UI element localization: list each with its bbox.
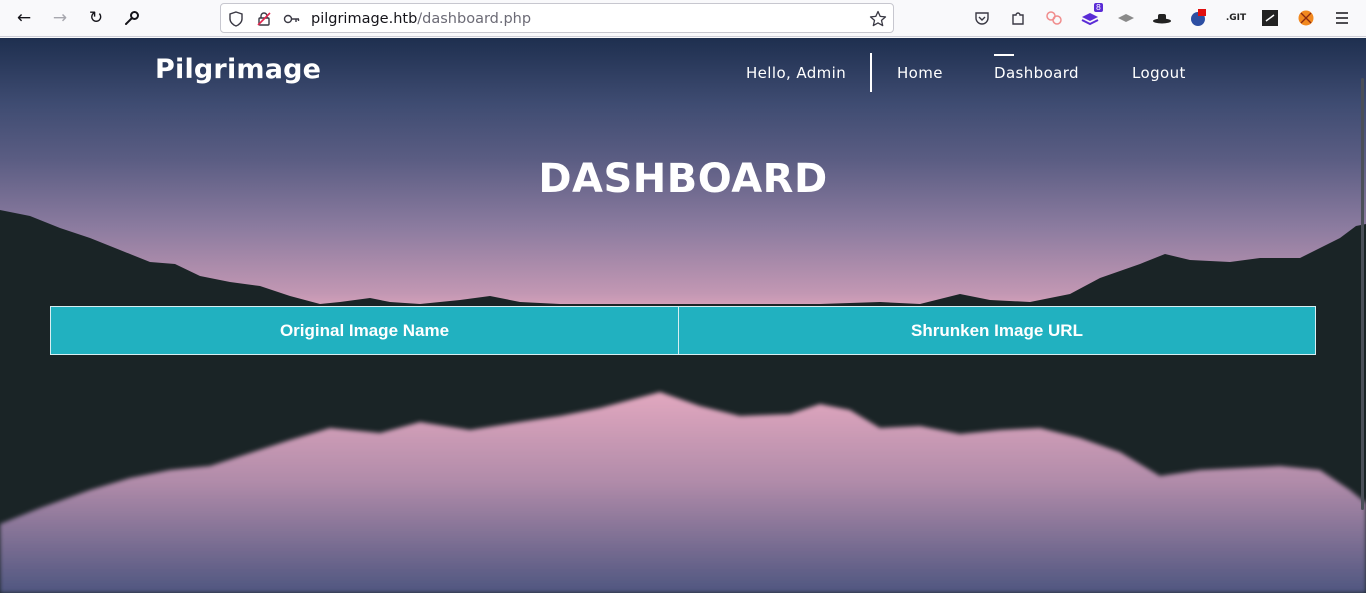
active-nav-indicator xyxy=(994,54,1014,56)
pocket-icon[interactable] xyxy=(971,7,993,29)
bookmark-star-icon[interactable] xyxy=(869,10,887,28)
images-table: Original Image Name Shrunken Image URL xyxy=(50,306,1316,355)
wappalyzer-icon[interactable] xyxy=(1115,7,1137,29)
wrench-icon[interactable] xyxy=(120,7,144,29)
nav-dashboard-link[interactable]: Dashboard xyxy=(994,64,1079,82)
nav-logout-link[interactable]: Logout xyxy=(1132,64,1186,82)
cookie-extension-icon[interactable] xyxy=(1295,7,1317,29)
extension-badge: 8 xyxy=(1093,3,1103,12)
forward-icon[interactable]: → xyxy=(48,7,72,29)
site-navigation: Hello, Admin Home Dashboard Logout xyxy=(0,38,1366,108)
url-host: pilgrimage.htb xyxy=(311,11,418,27)
nav-divider xyxy=(870,53,872,92)
insecure-lock-icon[interactable] xyxy=(255,10,273,28)
hat-icon[interactable] xyxy=(1151,7,1173,29)
git-label: .GIT xyxy=(1225,13,1247,23)
url-bar[interactable]: pilgrimage.htb/dashboard.php xyxy=(220,3,894,33)
page-title: DASHBOARD xyxy=(538,156,828,202)
url-path: /dashboard.php xyxy=(417,11,532,27)
browser-toolbar: ← → ↻ pilgrimage.htb/dashboard.php 8 .GI… xyxy=(0,0,1366,37)
column-header-shrunken-url: Shrunken Image URL xyxy=(679,307,1315,354)
hamburger-menu-icon[interactable] xyxy=(1331,7,1353,29)
key-icon[interactable] xyxy=(283,10,301,28)
nav-home-link[interactable]: Home xyxy=(897,64,943,82)
back-icon[interactable]: ← xyxy=(12,7,36,29)
multi-account-icon[interactable] xyxy=(1043,7,1065,29)
shield-icon[interactable] xyxy=(227,10,245,28)
extensions-puzzle-icon[interactable] xyxy=(1007,7,1029,29)
reload-icon[interactable]: ↻ xyxy=(84,7,108,29)
greeting-text: Hello, Admin xyxy=(746,64,847,82)
globe-extension-icon[interactable] xyxy=(1187,7,1209,29)
page-scrollbar[interactable] xyxy=(1361,78,1364,510)
hacktools-icon[interactable] xyxy=(1259,7,1281,29)
page-viewport: Pilgrimage Hello, Admin Home Dashboard L… xyxy=(0,38,1366,593)
stack-extension-icon[interactable]: 8 xyxy=(1079,3,1103,29)
url-text[interactable]: pilgrimage.htb/dashboard.php xyxy=(311,10,531,28)
column-header-original-name: Original Image Name xyxy=(51,307,679,354)
git-extension-icon[interactable]: .GIT xyxy=(1223,7,1249,29)
